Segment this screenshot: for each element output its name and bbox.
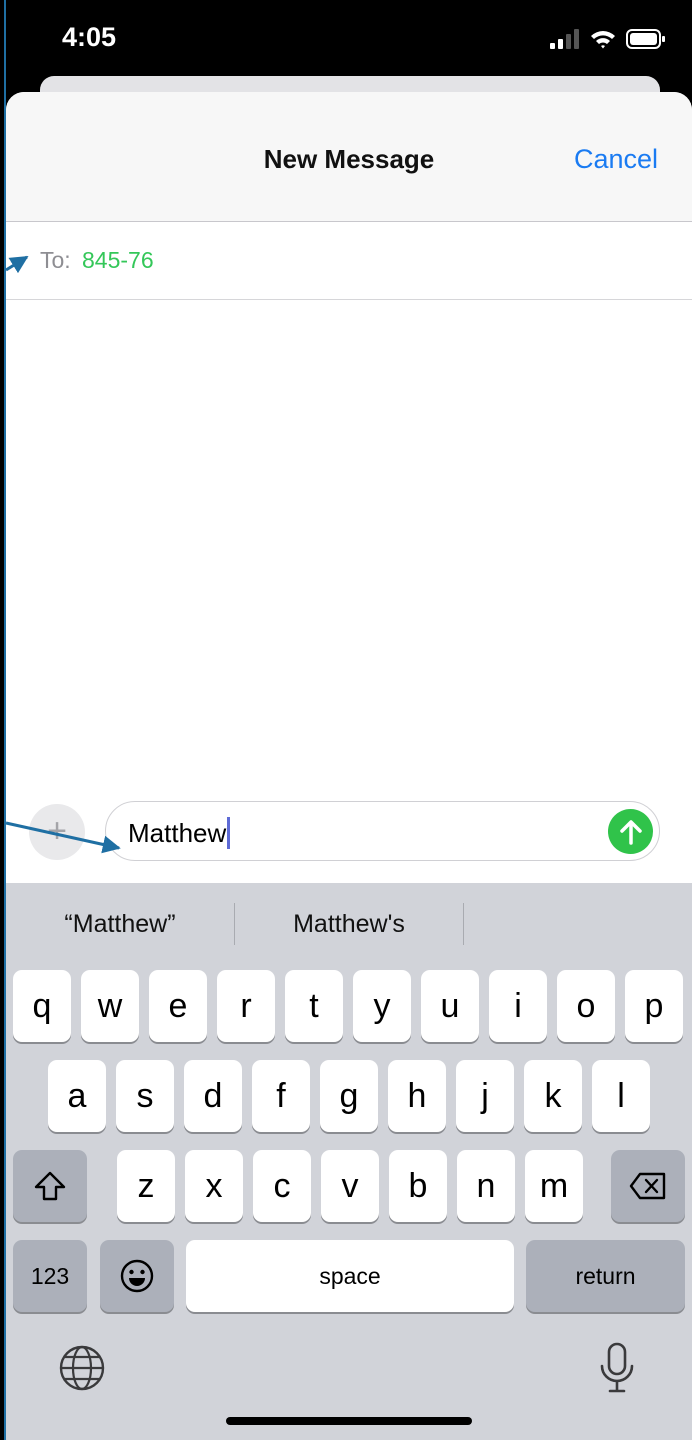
key-x[interactable]: x: [185, 1150, 243, 1222]
keyboard: “Matthew” Matthew's qwertyuiop asdfghjkl…: [6, 883, 692, 1440]
emoji-key[interactable]: [100, 1240, 174, 1312]
key-c[interactable]: c: [253, 1150, 311, 1222]
shift-icon: [34, 1171, 66, 1201]
status-icons: [550, 26, 666, 52]
suggestion-2[interactable]: Matthew's: [235, 910, 463, 939]
battery-icon: [626, 29, 665, 49]
numbers-key[interactable]: 123: [13, 1240, 87, 1312]
key-p[interactable]: p: [625, 970, 683, 1042]
key-k[interactable]: k: [524, 1060, 582, 1132]
key-u[interactable]: u: [421, 970, 479, 1042]
key-a[interactable]: a: [48, 1060, 106, 1132]
message-text: Matthew: [128, 817, 231, 849]
key-s[interactable]: s: [116, 1060, 174, 1132]
status-time: 4:05: [62, 22, 117, 52]
compose-bar: + Matthew: [6, 792, 692, 883]
recipient-input[interactable]: 845-76: [82, 247, 154, 274]
new-message-sheet: New Message Cancel To: 845-76 + Matthew …: [6, 92, 692, 1440]
key-z[interactable]: z: [117, 1150, 175, 1222]
key-v[interactable]: v: [321, 1150, 379, 1222]
home-indicator: [226, 1417, 472, 1425]
globe-icon[interactable]: [58, 1344, 106, 1392]
space-key[interactable]: space: [186, 1240, 514, 1312]
suggestion-1[interactable]: “Matthew”: [6, 910, 234, 939]
key-f[interactable]: f: [252, 1060, 310, 1132]
key-g[interactable]: g: [320, 1060, 378, 1132]
recipient-row[interactable]: To: 845-76: [6, 222, 692, 300]
key-r[interactable]: r: [217, 970, 275, 1042]
key-d[interactable]: d: [184, 1060, 242, 1132]
backspace-key[interactable]: [611, 1150, 685, 1222]
emoji-icon: [120, 1259, 154, 1293]
cellular-signal-icon: [550, 29, 579, 49]
wifi-icon: [591, 31, 615, 49]
suggestion-bar: “Matthew” Matthew's: [6, 883, 692, 965]
key-w[interactable]: w: [81, 970, 139, 1042]
suggestion-divider: [463, 903, 464, 945]
return-key[interactable]: return: [526, 1240, 685, 1312]
plus-icon: +: [47, 812, 67, 850]
navigation-bar: New Message Cancel: [6, 92, 692, 222]
key-e[interactable]: e: [149, 970, 207, 1042]
key-o[interactable]: o: [557, 970, 615, 1042]
add-attachment-button[interactable]: +: [29, 804, 85, 860]
send-button[interactable]: [608, 809, 653, 854]
key-m[interactable]: m: [525, 1150, 583, 1222]
key-n[interactable]: n: [457, 1150, 515, 1222]
key-i[interactable]: i: [489, 970, 547, 1042]
to-label: To:: [40, 247, 71, 273]
key-q[interactable]: q: [13, 970, 71, 1042]
message-input[interactable]: Matthew: [105, 801, 660, 861]
shift-key[interactable]: [13, 1150, 87, 1222]
key-h[interactable]: h: [388, 1060, 446, 1132]
key-j[interactable]: j: [456, 1060, 514, 1132]
status-bar: 4:05: [0, 0, 692, 80]
key-t[interactable]: t: [285, 970, 343, 1042]
key-b[interactable]: b: [389, 1150, 447, 1222]
text-caret: [227, 817, 231, 849]
send-arrow-icon: [619, 819, 642, 845]
annotation-guide-line: [4, 0, 6, 1440]
key-y[interactable]: y: [353, 970, 411, 1042]
backspace-icon: [629, 1172, 666, 1200]
microphone-icon[interactable]: [599, 1342, 635, 1394]
key-l[interactable]: l: [592, 1060, 650, 1132]
cancel-button[interactable]: Cancel: [574, 144, 658, 175]
